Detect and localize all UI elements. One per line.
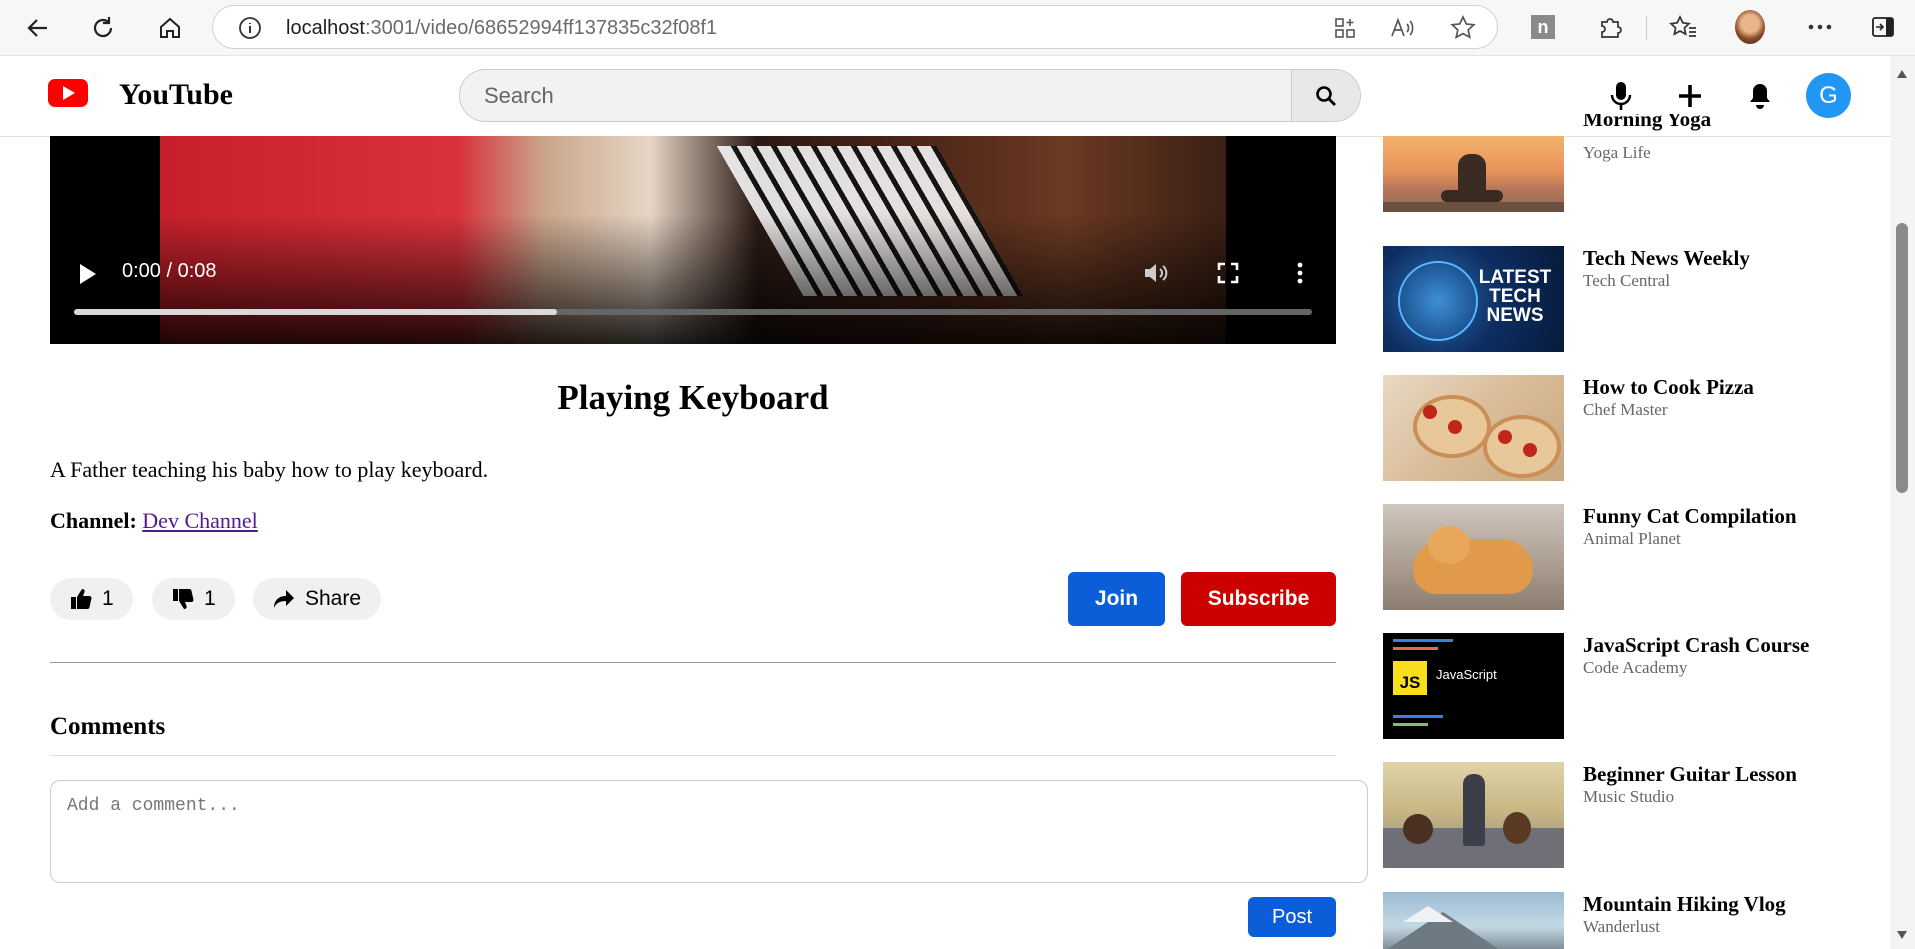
scroll-up-icon[interactable]: [1897, 70, 1907, 78]
video-player[interactable]: 0:00 / 0:08: [50, 136, 1336, 344]
suggestion-title[interactable]: Mountain Hiking Vlog: [1583, 892, 1786, 917]
favorite-star-icon[interactable]: [1450, 15, 1476, 46]
suggestion-channel: Music Studio: [1583, 787, 1675, 806]
search-button[interactable]: [1291, 70, 1360, 121]
suggestion-thumbnail[interactable]: [1383, 136, 1564, 212]
back-icon[interactable]: [20, 10, 56, 46]
scrollbar-thumb[interactable]: [1896, 223, 1908, 493]
favorites-icon[interactable]: [1668, 12, 1698, 42]
search-icon: [1316, 85, 1336, 106]
extensions-puzzle-icon[interactable]: [1595, 12, 1625, 42]
suggestion-channel: Animal Planet: [1583, 529, 1681, 548]
suggestion-channel: Wanderlust: [1583, 917, 1660, 936]
more-options-icon[interactable]: [1805, 12, 1835, 42]
section-divider: [50, 662, 1336, 663]
post-comment-button[interactable]: Post: [1248, 897, 1336, 937]
reload-icon[interactable]: [85, 10, 121, 46]
home-icon[interactable]: [152, 10, 188, 46]
app-available-icon[interactable]: [1333, 16, 1357, 45]
suggestion-title[interactable]: How to Cook Pizza: [1583, 375, 1754, 400]
url-host: localhost: [286, 17, 365, 39]
comment-input[interactable]: [50, 780, 1368, 883]
share-button[interactable]: Share: [253, 578, 381, 620]
thumbs-down-icon: [173, 589, 194, 609]
suggestion-item[interactable]: Funny Cat Compilation Animal Planet: [1383, 504, 1853, 610]
read-aloud-icon[interactable]: [1390, 16, 1416, 45]
like-count: 1: [102, 587, 114, 610]
player-menu-icon[interactable]: [1286, 259, 1314, 287]
suggestion-item[interactable]: Mountain Hiking Vlog Wanderlust: [1383, 892, 1853, 949]
share-label: Share: [305, 587, 362, 610]
volume-icon[interactable]: [1142, 259, 1170, 287]
progress-fill: [74, 309, 557, 315]
comments-divider: [50, 755, 1336, 756]
play-icon[interactable]: [80, 264, 96, 284]
suggestion-title[interactable]: Tech News Weekly: [1583, 246, 1750, 271]
sidebar-toggle-icon[interactable]: [1868, 12, 1898, 42]
scroll-down-icon[interactable]: [1897, 931, 1907, 939]
channel-line: Channel: Dev Channel: [50, 508, 258, 534]
search-input[interactable]: [460, 70, 1292, 121]
url-text[interactable]: localhost:3001/video/68652994ff137835c32…: [286, 17, 717, 40]
page-scrollbar[interactable]: [1890, 56, 1915, 949]
dislike-count: 1: [204, 587, 216, 610]
suggestion-channel: Yoga Life: [1583, 143, 1651, 162]
suggestion-item[interactable]: JS JavaScript JavaScript Crash Course Co…: [1383, 633, 1853, 739]
join-button[interactable]: Join: [1068, 572, 1165, 626]
suggestion-thumbnail[interactable]: [1383, 892, 1564, 949]
toolbar-divider: [1646, 16, 1647, 40]
suggestion-title[interactable]: Morning Yoga: [1583, 114, 1711, 132]
channel-link[interactable]: Dev Channel: [142, 508, 257, 533]
suggestion-thumbnail[interactable]: [1383, 504, 1564, 610]
progress-bar[interactable]: [74, 309, 1312, 315]
video-title: Playing Keyboard: [557, 378, 829, 417]
extension-n-icon[interactable]: n: [1528, 12, 1558, 42]
suggestion-channel: Tech Central: [1583, 271, 1671, 290]
youtube-logo-icon[interactable]: [48, 79, 88, 107]
comments-heading: Comments: [50, 713, 166, 740]
site-logo-text[interactable]: YouTube: [119, 78, 233, 112]
url-path: :3001/video/68652994ff137835c32f08f1: [364, 17, 718, 39]
suggestion-item[interactable]: Beginner Guitar Lesson Music Studio: [1383, 762, 1853, 868]
channel-label: Channel:: [50, 508, 137, 533]
javascript-logo-icon: JS: [1393, 661, 1427, 695]
suggestion-item[interactable]: LATEST TECH NEWS Tech News Weekly Tech C…: [1383, 246, 1853, 352]
site-info-icon[interactable]: [238, 16, 262, 45]
suggestion-title[interactable]: Funny Cat Compilation: [1583, 504, 1797, 529]
video-time: 0:00 / 0:08: [122, 260, 217, 282]
suggestion-item[interactable]: How to Cook Pizza Chef Master: [1383, 375, 1853, 481]
suggestion-title[interactable]: Beginner Guitar Lesson: [1583, 762, 1797, 787]
suggestion-thumbnail[interactable]: [1383, 762, 1564, 868]
suggestion-channel: Code Academy: [1583, 658, 1688, 677]
suggestion-title[interactable]: JavaScript Crash Course: [1583, 633, 1809, 658]
profile-avatar-icon[interactable]: [1735, 10, 1765, 44]
share-icon: [274, 590, 294, 608]
suggestion-item[interactable]: Morning Yoga Yoga Life: [1383, 106, 1853, 212]
suggestion-thumbnail[interactable]: JS JavaScript: [1383, 633, 1564, 739]
like-button[interactable]: 1: [50, 578, 133, 620]
search-bar: [459, 69, 1361, 122]
suggestion-thumbnail[interactable]: [1383, 375, 1564, 481]
thumbs-up-icon: [71, 589, 92, 609]
video-description: A Father teaching his baby how to play k…: [50, 457, 489, 482]
fullscreen-icon[interactable]: [1214, 259, 1242, 287]
thumb-text: LATEST TECH NEWS: [1478, 267, 1552, 326]
suggestion-channel: Chef Master: [1583, 400, 1668, 419]
browser-toolbar: localhost:3001/video/68652994ff137835c32…: [0, 0, 1915, 56]
address-bar[interactable]: localhost:3001/video/68652994ff137835c32…: [212, 5, 1498, 49]
dislike-button[interactable]: 1: [152, 578, 235, 620]
subscribe-button[interactable]: Subscribe: [1181, 572, 1336, 626]
thumb-text: JavaScript: [1436, 667, 1497, 682]
suggestion-thumbnail[interactable]: LATEST TECH NEWS: [1383, 246, 1564, 352]
